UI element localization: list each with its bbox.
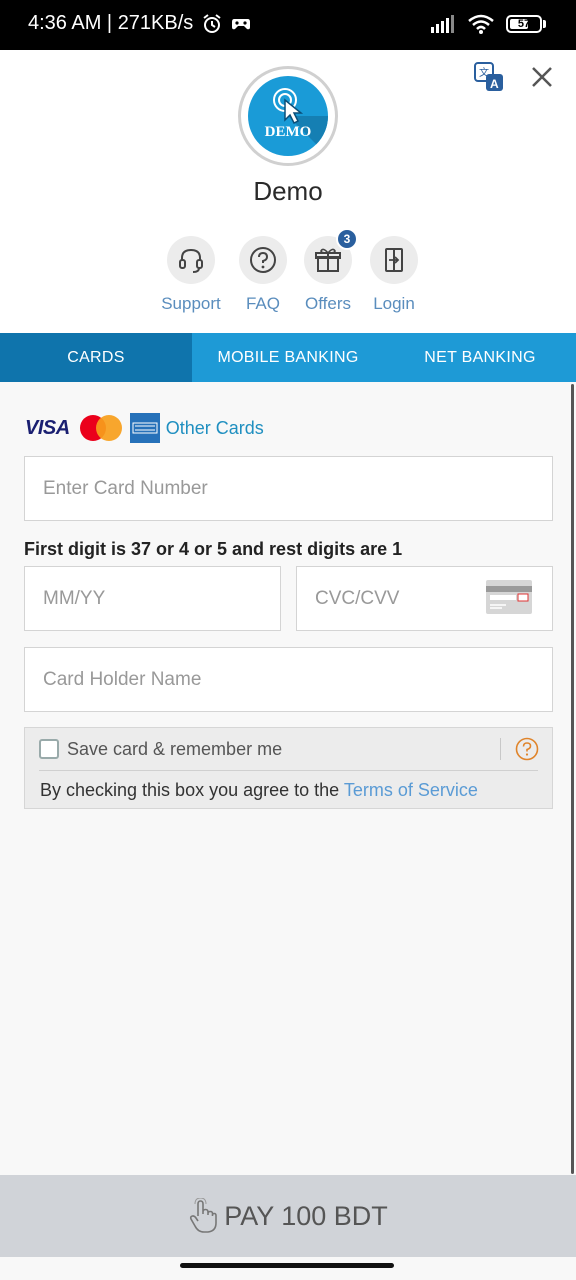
help-icon[interactable] xyxy=(515,737,539,761)
amex-icon xyxy=(129,413,160,443)
game-icon xyxy=(232,18,251,29)
other-cards-link[interactable]: Other Cards xyxy=(166,418,264,439)
merchant-logo: DEMO xyxy=(238,66,338,166)
card-number-input[interactable] xyxy=(25,457,552,520)
card-holder-field[interactable] xyxy=(24,647,553,712)
amex-logo xyxy=(129,413,160,443)
mastercard-logo xyxy=(79,415,122,441)
save-card-checkbox[interactable] xyxy=(39,739,59,759)
card-hint: First digit is 37 or 4 or 5 and rest dig… xyxy=(24,539,403,559)
tab-cards[interactable]: CARDS xyxy=(0,333,192,382)
login-label: Login xyxy=(373,294,415,313)
expiry-input[interactable] xyxy=(25,567,280,630)
battery-level: 57 xyxy=(517,18,531,30)
card-holder-input[interactable] xyxy=(25,648,552,711)
cursor-click-icon xyxy=(273,88,328,156)
tab-mobile-banking[interactable]: MOBILE BANKING xyxy=(192,333,384,382)
battery-icon: 57 xyxy=(506,15,542,33)
card-brands: VISA Other Cards xyxy=(25,412,264,444)
merchant-name: Demo xyxy=(253,176,323,206)
offers-label: Offers xyxy=(305,294,351,313)
payment-tabs: CARDS MOBILE BANKING NET BANKING xyxy=(0,333,576,382)
signal-icon xyxy=(431,15,454,33)
status-bar: 4:36 AM | 271KB/s 57 xyxy=(0,0,576,50)
logo-text: DEMO xyxy=(264,124,312,140)
terms-link[interactable]: Terms of Service xyxy=(344,780,478,800)
login-button[interactable]: Login xyxy=(369,236,419,314)
agree-text: By checking this box you agree to the xyxy=(40,780,344,800)
status-time: 4:36 AM | 271KB/s xyxy=(28,12,194,34)
divider xyxy=(500,738,501,760)
visa-logo: VISA xyxy=(25,416,70,439)
faq-label: FAQ xyxy=(245,294,280,313)
expiry-field[interactable] xyxy=(24,566,281,631)
close-icon xyxy=(532,67,552,87)
pay-button-label: PAY 100 BDT xyxy=(224,1200,388,1231)
home-indicator[interactable] xyxy=(180,1263,394,1268)
offers-badge: 3 xyxy=(336,228,358,250)
save-card-label[interactable]: Save card & remember me xyxy=(67,739,282,760)
headset-icon xyxy=(179,248,203,273)
offers-button[interactable]: 3 Offers xyxy=(302,228,358,314)
card-number-field[interactable] xyxy=(24,456,553,521)
scrollbar[interactable] xyxy=(571,384,574,1174)
gift-icon xyxy=(315,248,341,272)
support-button[interactable]: Support xyxy=(158,236,224,314)
card-back-icon xyxy=(486,580,532,614)
save-card-section: Save card & remember me By checking this… xyxy=(24,727,553,809)
cvv-field[interactable] xyxy=(296,566,553,631)
login-icon xyxy=(385,248,403,272)
divider xyxy=(39,770,538,771)
svg-text:A: A xyxy=(490,77,499,91)
translate-icon: 文 A xyxy=(474,62,503,91)
close-button[interactable] xyxy=(527,62,557,92)
question-icon xyxy=(250,247,276,273)
tab-net-banking[interactable]: NET BANKING xyxy=(384,333,576,382)
translate-button[interactable]: 文 A xyxy=(473,61,505,93)
pay-button[interactable]: PAY 100 BDT xyxy=(0,1175,576,1257)
merchant-header: 文 A DEMO Demo Support FAQ 3 Offers Login xyxy=(0,50,576,333)
faq-button[interactable]: FAQ xyxy=(238,236,288,314)
hand-tap-icon xyxy=(190,1198,218,1233)
alarm-icon xyxy=(203,13,221,33)
support-label: Support xyxy=(161,294,221,313)
wifi-icon xyxy=(468,14,494,34)
terms-agreement: By checking this box you agree to the Te… xyxy=(40,780,478,801)
